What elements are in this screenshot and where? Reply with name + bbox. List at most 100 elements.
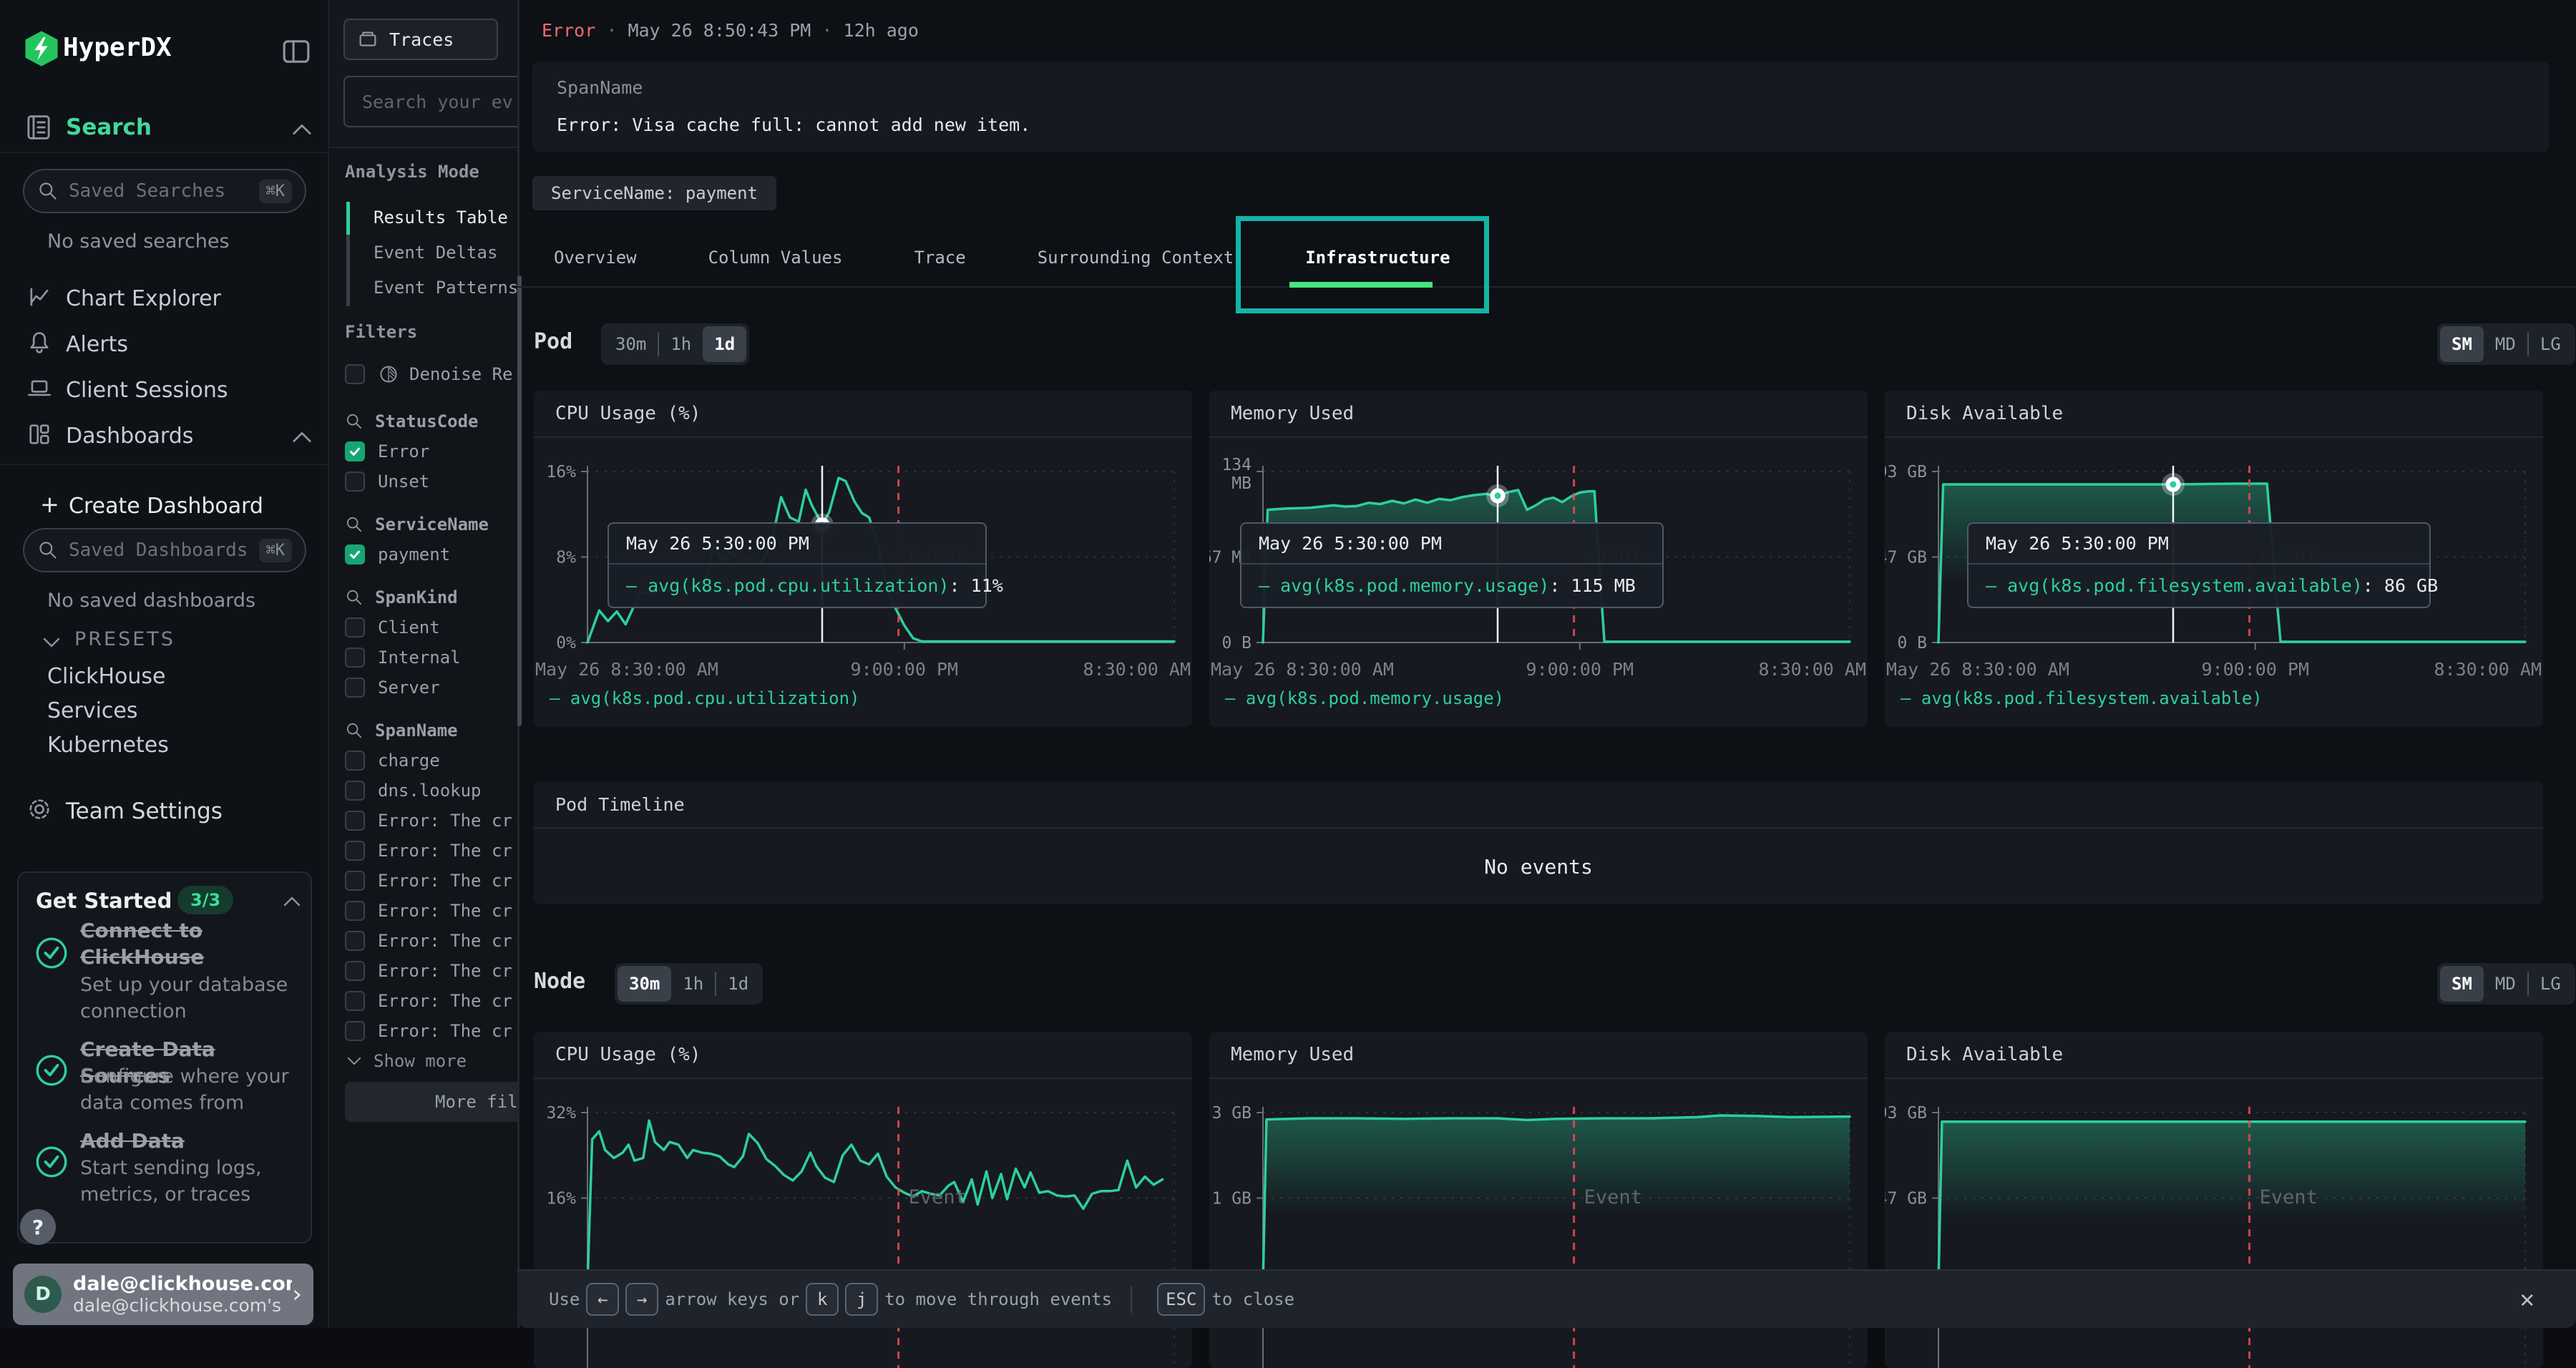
filter-option-error-span[interactable]: Error: The cr: [345, 869, 512, 893]
filter-group-servicename[interactable]: ServiceName: [345, 512, 489, 537]
service-name-chip[interactable]: ServiceName: payment: [532, 176, 776, 210]
k-key[interactable]: k: [806, 1283, 839, 1316]
get-started-step-title[interactable]: Add Data: [80, 1128, 302, 1154]
svg-text:93 GB: 93 GB: [1885, 463, 1927, 482]
checkbox-checked[interactable]: [345, 441, 365, 461]
sidebar-item-chart-explorer[interactable]: Chart Explorer: [66, 286, 221, 311]
sidebar-item-services[interactable]: Services: [47, 698, 138, 723]
sidebar-item-clickhouse[interactable]: ClickHouse: [47, 664, 166, 689]
size-md[interactable]: MD: [2484, 966, 2527, 1002]
checkbox[interactable]: [345, 364, 365, 384]
tab-surrounding-context[interactable]: Surrounding Context: [1038, 248, 1234, 268]
svg-text:1 GB: 1 GB: [1212, 1190, 1252, 1208]
checkbox[interactable]: [345, 871, 365, 891]
chevron-up-icon[interactable]: [289, 120, 315, 139]
tab-trace[interactable]: Trace: [914, 248, 965, 268]
size-lg[interactable]: LG: [2529, 966, 2572, 1002]
range-1h[interactable]: 1h: [659, 326, 703, 362]
pod-memory-chart[interactable]: 134MB67 MB0 BEventMay 26 8:30:00 AM9:00:…: [1209, 391, 1868, 727]
j-key[interactable]: j: [845, 1283, 878, 1316]
chevron-up-icon[interactable]: [289, 428, 315, 446]
checkbox[interactable]: [345, 678, 365, 698]
checkbox[interactable]: [345, 991, 365, 1011]
chart-legend: — avg(k8s.pod.memory.usage): [1225, 688, 1504, 708]
size-sm[interactable]: SM: [2440, 326, 2484, 362]
chevron-up-icon[interactable]: [280, 893, 303, 910]
sidebar-item-search[interactable]: Search: [66, 114, 152, 140]
svg-text:0 B: 0 B: [1897, 634, 1927, 653]
range-1d[interactable]: 1d: [703, 326, 746, 362]
more-filters-button[interactable]: More fil: [345, 1082, 517, 1122]
sidebar-item-alerts[interactable]: Alerts: [66, 332, 128, 357]
range-30m[interactable]: 30m: [618, 966, 671, 1002]
user-menu[interactable]: D dale@clickhouse.com dale@clickhouse.co…: [13, 1264, 313, 1325]
filter-option-error-span[interactable]: Error: The cr: [345, 839, 512, 863]
sidebar-item-kubernetes[interactable]: Kubernetes: [47, 733, 169, 758]
size-sm[interactable]: SM: [2440, 966, 2484, 1002]
sidebar-item-dashboards[interactable]: Dashboards: [66, 424, 193, 449]
filter-option-charge[interactable]: charge: [345, 748, 440, 773]
saved-dashboards-input[interactable]: Saved Dashboards ⌘K: [23, 528, 306, 572]
filter-denoise[interactable]: Denoise Re: [345, 362, 513, 386]
mode-results-table[interactable]: Results Table: [374, 207, 508, 228]
filter-option-error-span[interactable]: Error: The cr: [345, 959, 512, 983]
sidebar-item-team-settings[interactable]: Team Settings: [66, 798, 223, 824]
range-1d[interactable]: 1d: [716, 966, 760, 1002]
checkbox[interactable]: [345, 751, 365, 771]
pod-disk-chart[interactable]: 93 GB47 GB0 BEventMay 26 8:30:00 AM9:00:…: [1885, 391, 2543, 727]
checkbox[interactable]: [345, 901, 365, 921]
filter-option-error-span[interactable]: Error: The cr: [345, 929, 512, 953]
arrow-right-key[interactable]: →: [625, 1283, 658, 1316]
collapse-sidebar-icon[interactable]: [280, 36, 312, 67]
filter-option-client[interactable]: Client: [345, 615, 440, 640]
mode-event-patterns[interactable]: Event Patterns: [374, 278, 517, 298]
sidebar-item-client-sessions[interactable]: Client Sessions: [66, 378, 228, 403]
show-more-button[interactable]: Show more: [345, 1049, 467, 1073]
filter-option-server[interactable]: Server: [345, 675, 440, 700]
filter-option-error-span[interactable]: Error: The cr: [345, 1019, 512, 1043]
checkbox[interactable]: [345, 1021, 365, 1041]
filter-group-spanname[interactable]: SpanName: [345, 718, 458, 743]
filter-option-error[interactable]: Error: [345, 439, 429, 464]
checkbox-checked[interactable]: [345, 544, 365, 565]
checkbox[interactable]: [345, 617, 365, 637]
size-lg[interactable]: LG: [2529, 326, 2572, 362]
checkbox[interactable]: [345, 781, 365, 801]
filter-option-internal[interactable]: Internal: [345, 645, 461, 670]
close-icon[interactable]: ✕: [2520, 1285, 2534, 1314]
filter-option-error-span[interactable]: Error: The cr: [345, 989, 512, 1013]
source-select[interactable]: Traces: [343, 19, 498, 60]
checkbox[interactable]: [345, 931, 365, 951]
saved-searches-input[interactable]: Saved Searches ⌘K: [23, 169, 306, 213]
presets-header[interactable]: PRESETS: [74, 628, 175, 650]
range-30m[interactable]: 30m: [604, 326, 658, 362]
tab-column-values[interactable]: Column Values: [708, 248, 843, 268]
checkbox[interactable]: [345, 648, 365, 668]
create-dashboard-button[interactable]: Create Dashboard: [69, 494, 263, 519]
search-query-input[interactable]: Search your ev: [343, 76, 517, 127]
filter-group-spankind[interactable]: SpanKind: [345, 585, 458, 610]
filter-option-error-span[interactable]: Error: The cr: [345, 808, 512, 833]
pod-cpu-chart[interactable]: 16%8%0%EventMay 26 8:30:00 AM9:00:00 PM8…: [534, 391, 1192, 727]
hint-text: arrow keys or: [665, 1289, 799, 1309]
filter-option-error-span[interactable]: Error: The cr: [345, 899, 512, 923]
filter-option-dns-lookup[interactable]: dns.lookup: [345, 778, 482, 803]
filter-option-payment[interactable]: payment: [345, 542, 450, 567]
checkbox[interactable]: [345, 961, 365, 981]
mode-event-deltas[interactable]: Event Deltas: [374, 243, 497, 263]
help-button[interactable]: ?: [20, 1209, 56, 1245]
filter-option-unset[interactable]: Unset: [345, 469, 429, 494]
get-started-step-title[interactable]: Connect to ClickHouse: [80, 917, 288, 970]
checkbox[interactable]: [345, 472, 365, 492]
tab-overview[interactable]: Overview: [554, 248, 637, 268]
esc-key[interactable]: ESC: [1157, 1283, 1205, 1316]
chevron-down-icon[interactable]: [40, 634, 63, 651]
filter-group-statuscode[interactable]: StatusCode: [345, 409, 479, 434]
checkbox[interactable]: [345, 841, 365, 861]
scrollbar-thumb[interactable]: [517, 275, 522, 726]
filter-label: Error: The cr: [378, 841, 512, 861]
size-md[interactable]: MD: [2484, 326, 2527, 362]
checkbox[interactable]: [345, 811, 365, 831]
range-1h[interactable]: 1h: [671, 966, 715, 1002]
arrow-left-key[interactable]: ←: [586, 1283, 619, 1316]
